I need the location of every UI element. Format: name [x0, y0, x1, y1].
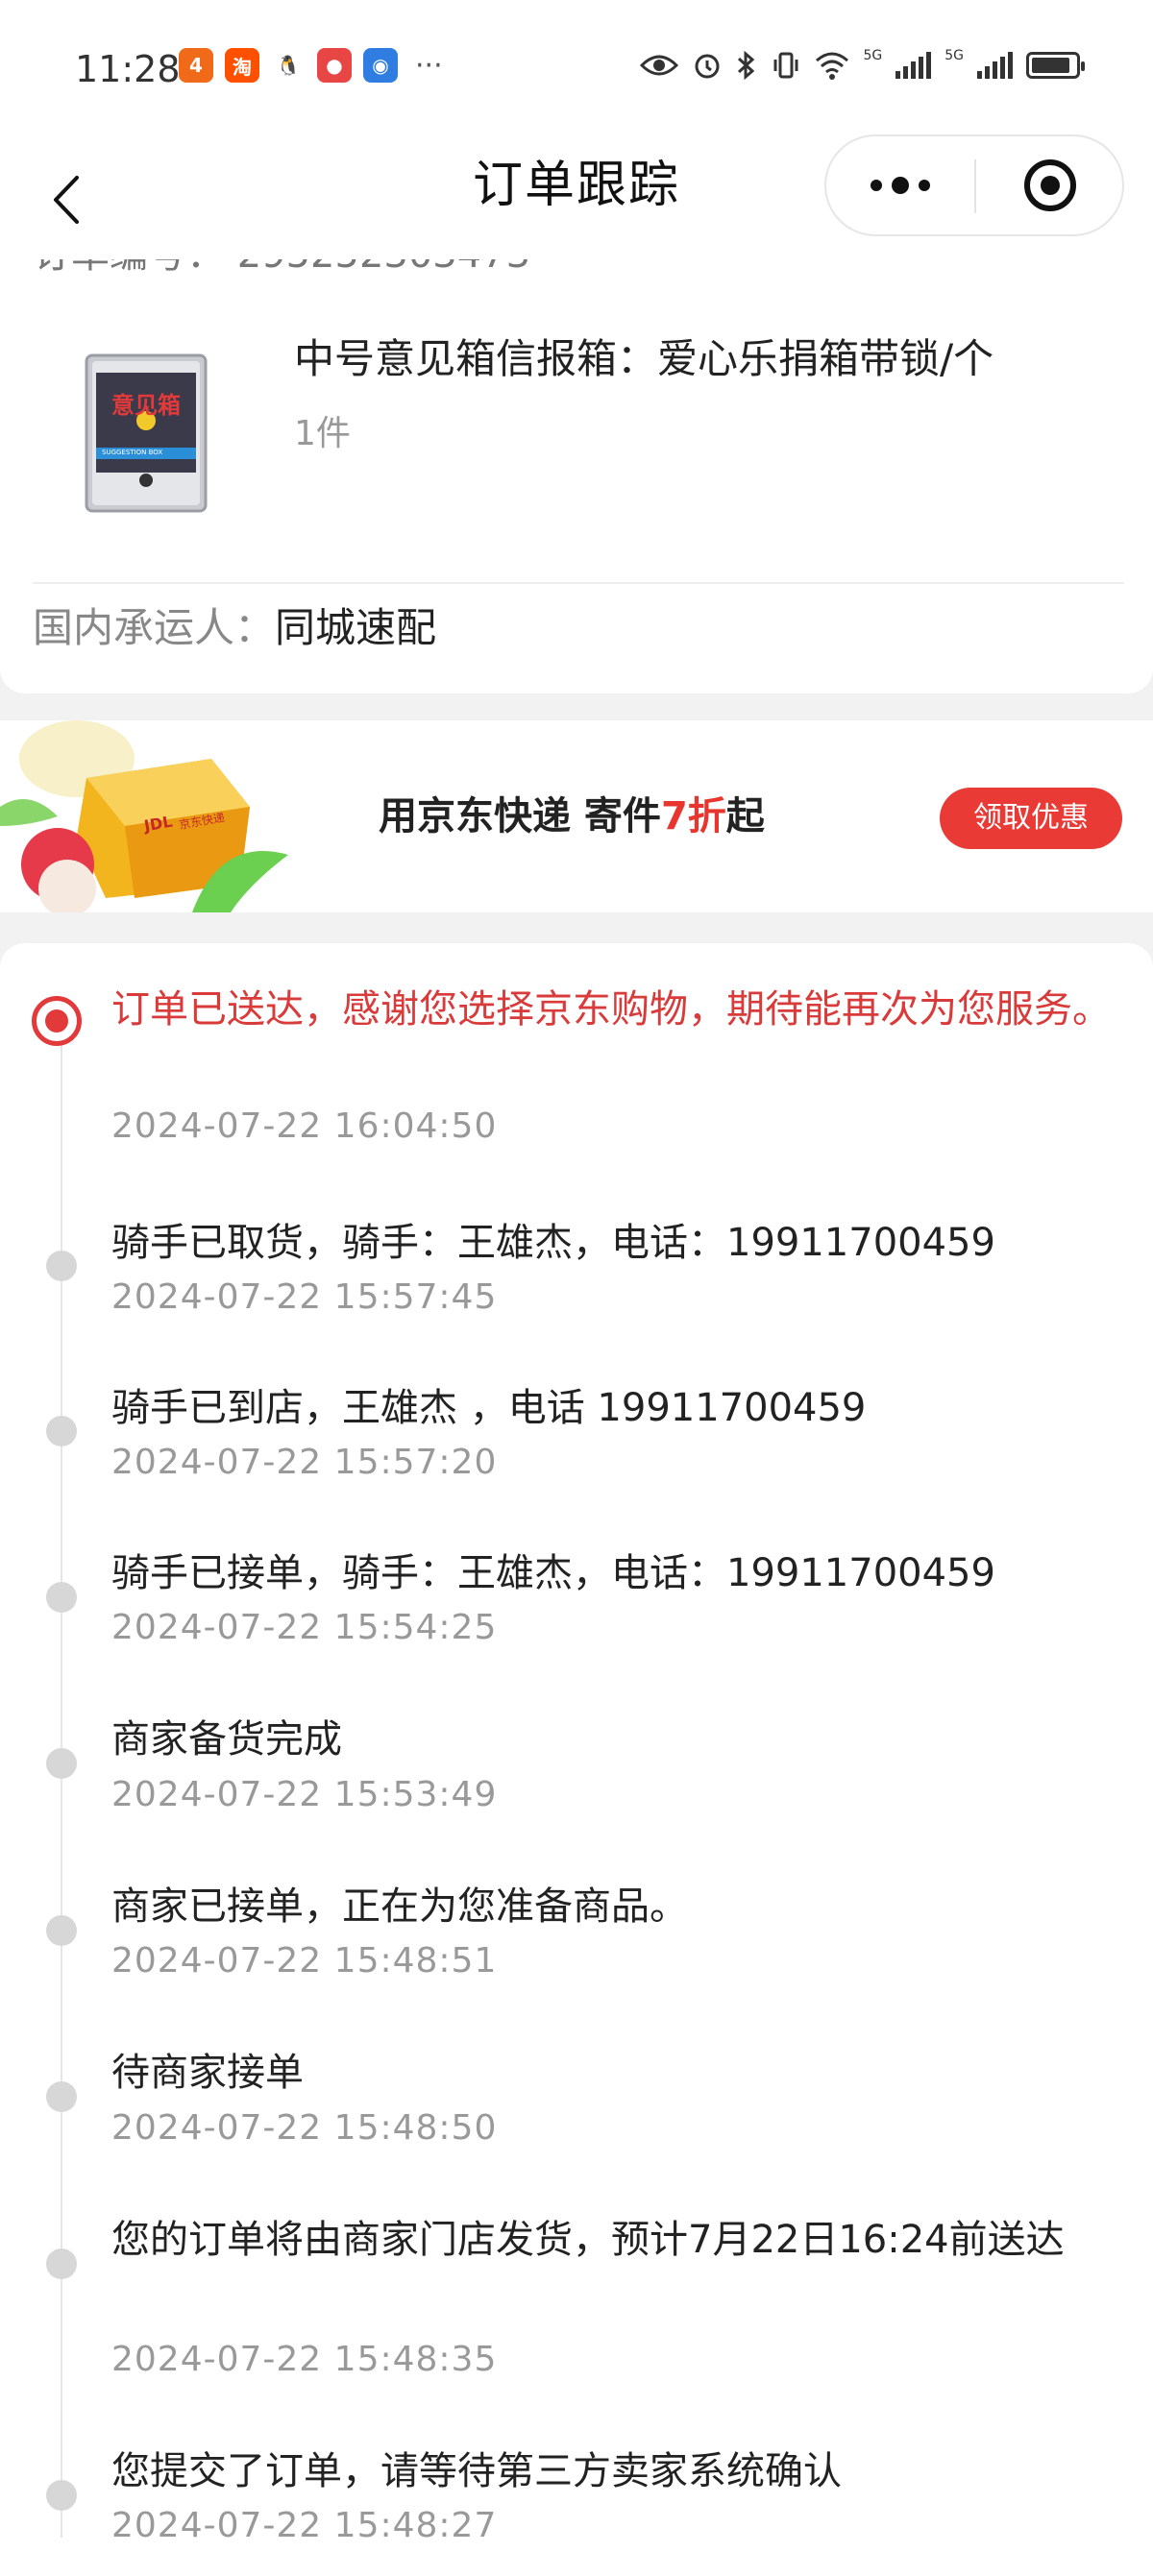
timeline-dot [46, 1915, 77, 1946]
timeline-dot [46, 2480, 77, 2511]
timeline-status: 骑手已接单，骑手：王雄杰，电话：19911700459 [111, 1551, 995, 1595]
timeline-status: 骑手已取货，骑手：王雄杰，电话：19911700459 [111, 1221, 995, 1265]
timeline-dot [46, 1748, 77, 1779]
timeline-time: 2024-07-22 15:48:35 [111, 2340, 498, 2379]
network-5g-label-2: 5G [944, 48, 964, 63]
thumbnail-label: 意见箱 [111, 392, 181, 419]
status-bar: 11:28 4 淘 🐧 ● ◉ ··· 5G 5G [0, 0, 1153, 134]
more-dots-icon [871, 177, 930, 194]
timeline-status: 商家已接单，正在为您准备商品。 [111, 1884, 688, 1929]
order-info-card: 订单编号： 295252303473 意见箱 SUGGESTION BOX 中号… [0, 221, 1153, 693]
timeline-time: 2024-07-22 16:04:50 [111, 1106, 498, 1146]
timeline-current-dot [32, 996, 82, 1046]
status-app-icons: 4 淘 🐧 ● ◉ ··· [179, 48, 443, 83]
timeline-status: 您的订单将由商家门店发货，预计7月22日16:24前送达 [111, 2218, 1065, 2262]
taobao-icon: 淘 [225, 48, 259, 83]
thumbnail-sublabel: SUGGESTION BOX [102, 449, 163, 456]
timeline-status: 待商家接单 [111, 2051, 304, 2095]
more-notifications-icon: ··· [415, 48, 443, 83]
network-5g-label: 5G [863, 48, 883, 63]
promo-illustration: JDL 京东快递 [0, 720, 298, 912]
app-red-icon: ● [317, 48, 352, 83]
product-quantity: 1件 [294, 414, 351, 453]
promo-text-suffix: 起 [725, 794, 765, 838]
eye-icon [640, 55, 679, 76]
carrier-label: 国内承运人： [33, 604, 276, 651]
promo-banner[interactable]: JDL 京东快递 用京东快递 寄件7折起 领取优惠 [0, 720, 1153, 912]
alarm-icon [695, 54, 720, 79]
status-system-icons: 5G 5G [640, 48, 1085, 81]
divider [33, 582, 1124, 584]
product-name[interactable]: 中号意见箱信报箱：爱心乐捐箱带锁/个 [294, 327, 994, 385]
timeline-dot [46, 1582, 77, 1613]
chevron-left-icon [54, 176, 79, 224]
promo-discount: 7折 [660, 794, 726, 838]
promo-text: 用京东快递 寄件7折起 [379, 720, 765, 912]
vibrate-icon [773, 52, 798, 79]
miniprogram-capsule [824, 134, 1124, 236]
app-4-icon: 4 [179, 48, 213, 83]
timeline-time: 2024-07-22 15:57:20 [111, 1443, 498, 1482]
timeline-status: 订单已送达，感谢您选择京东购物，期待能再次为您服务。 [111, 987, 1111, 1032]
timeline-time: 2024-07-22 15:53:49 [111, 1775, 498, 1814]
battery-icon [1026, 52, 1085, 79]
more-button[interactable] [826, 136, 974, 234]
timeline-time: 2024-07-22 15:48:51 [111, 1941, 498, 1981]
qq-icon: 🐧 [271, 48, 306, 83]
timeline-status: 您提交了订单，请等待第三方卖家系统确认 [111, 2449, 842, 2493]
bluetooth-icon [738, 50, 755, 81]
app-blue-icon: ◉ [363, 48, 398, 83]
timeline-time: 2024-07-22 15:57:45 [111, 1277, 498, 1317]
carrier-row: 国内承运人：同城速配 [33, 594, 436, 663]
carrier-value: 同城速配 [275, 604, 437, 651]
timeline-time: 2024-07-22 15:48:27 [111, 2506, 498, 2545]
timeline-time: 2024-07-22 15:48:50 [111, 2108, 498, 2148]
timeline-dot [46, 1251, 77, 1281]
timeline-dot [46, 1416, 77, 1446]
promo-text-main: 用京东快递 寄件 [379, 794, 661, 838]
target-close-icon [1024, 159, 1076, 211]
timeline-status: 商家备货完成 [111, 1717, 342, 1762]
back-button[interactable] [42, 161, 90, 238]
signal-1-icon [895, 52, 932, 79]
signal-2-icon [977, 52, 1013, 79]
timeline-dot [46, 2081, 77, 2112]
timeline-dot [46, 2248, 77, 2279]
close-miniprogram-button[interactable] [976, 136, 1124, 234]
status-time: 11:28 [75, 48, 181, 90]
claim-coupon-button[interactable]: 领取优惠 [940, 788, 1122, 849]
tracking-timeline: 订单已送达，感谢您选择京东购物，期待能再次为您服务。 2024-07-22 16… [0, 943, 1153, 2576]
timeline-time: 2024-07-22 15:54:25 [111, 1608, 498, 1647]
wifi-icon [816, 52, 849, 80]
timeline-status: 骑手已到店，王雄杰 ，电话 19911700459 [111, 1386, 867, 1430]
product-thumbnail[interactable]: 意见箱 SUGGESTION BOX [67, 344, 231, 517]
navigation-bar: 订单跟踪 [0, 134, 1153, 259]
